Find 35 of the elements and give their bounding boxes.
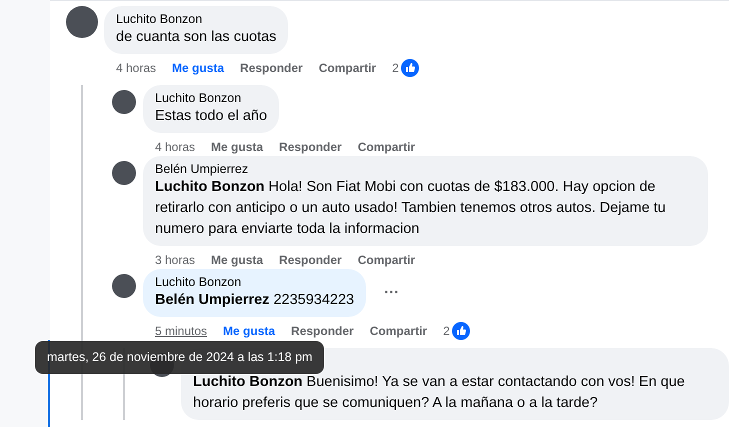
- avatar[interactable]: [112, 161, 136, 185]
- avatar[interactable]: [66, 6, 98, 38]
- reply-link[interactable]: Responder: [279, 138, 342, 156]
- reply-link[interactable]: Responder: [279, 251, 342, 269]
- like-link[interactable]: Me gusta: [223, 322, 276, 340]
- avatar[interactable]: [112, 90, 136, 114]
- author-name[interactable]: Belén Umpierrez: [155, 162, 696, 177]
- reply-link[interactable]: Responder: [240, 59, 303, 77]
- like-link[interactable]: Me gusta: [172, 59, 224, 77]
- like-icon: [452, 322, 470, 340]
- reaction-count: 2: [392, 60, 399, 77]
- like-icon: [400, 59, 419, 77]
- author-name[interactable]: Luchito Bonzon: [155, 275, 354, 290]
- author-name[interactable]: Luchito Bonzon: [116, 12, 276, 27]
- timestamp-link[interactable]: 4 horas: [116, 59, 156, 77]
- comment-text: Belén Umpierrez 2235934223: [155, 291, 354, 310]
- timestamp-link[interactable]: 5 minutos: [155, 322, 208, 340]
- like-link[interactable]: Me gusta: [211, 251, 264, 269]
- author-name[interactable]: Luchito Bonzon: [155, 91, 268, 106]
- share-link[interactable]: Compartir: [318, 59, 376, 77]
- date-tooltip: martes, 26 de noviembre de 2024 a las 1:18 pm: [35, 341, 324, 374]
- comment-text: Luchito Bonzon Buenisimo! Ya se van a estar contactando con vos! En que horario preferis que se comuniquen? A la mañana o a la tarde?: [193, 373, 686, 413]
- avatar[interactable]: [112, 274, 136, 298]
- reply-link[interactable]: Responder: [291, 322, 354, 340]
- comment-text: Luchito Bonzon Hola! Son Fiat Mobi con cuotas de $183.000. Hay opcion de retirarlo con anticipo o un auto usado! Tambien tenemos otros autos. Dejame tu numero para enviarte toda la informacion: [155, 178, 667, 239]
- reaction-count: 2: [443, 323, 450, 340]
- timestamp-link[interactable]: 3 horas: [155, 251, 196, 269]
- share-link[interactable]: Compartir: [358, 251, 416, 269]
- share-link[interactable]: Compartir: [358, 138, 416, 156]
- comment-text: Estas todo el año: [155, 107, 268, 126]
- share-link[interactable]: Compartir: [370, 322, 428, 340]
- timestamp-link[interactable]: 4 horas: [155, 138, 196, 156]
- comment-text: de cuanta son las cuotas: [116, 28, 276, 47]
- more-options-button[interactable]: ···: [384, 282, 400, 304]
- like-link[interactable]: Me gusta: [211, 138, 264, 156]
